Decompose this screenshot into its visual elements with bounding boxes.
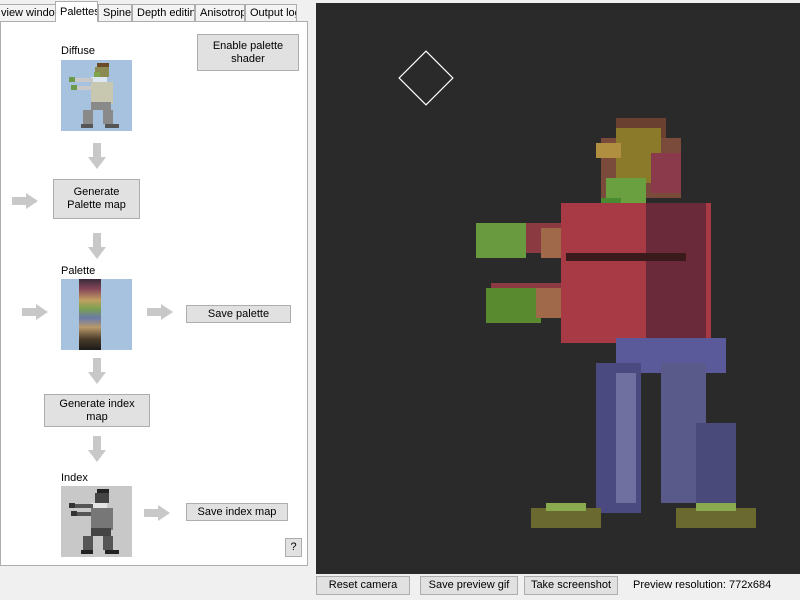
right-arrow-icon [12,193,38,209]
tab-spine[interactable]: Spine [98,4,132,21]
tab-anisotropy[interactable]: Anisotropy [195,4,245,21]
palette-thumbnail [61,279,132,350]
right-arrow-icon [144,505,170,521]
palette-label: Palette [61,265,96,277]
save-palette-button[interactable]: Save palette [186,305,291,323]
tab-output-log[interactable]: Output log [245,4,297,21]
right-arrow-icon [22,304,48,320]
index-label: Index [61,472,88,484]
diffuse-thumbnail [61,60,132,131]
tab-strip: view window Palettes Spine Depth editing… [0,0,312,22]
down-arrow-icon [88,233,106,259]
preview-viewport[interactable] [316,3,800,574]
palette-strip [79,279,101,350]
tab-depth-editing[interactable]: Depth editing [132,4,195,21]
palettes-panel: Diffuse Enable palette shader Generate P… [0,21,308,566]
down-arrow-icon [88,143,106,169]
tab-palettes[interactable]: Palettes [55,1,98,22]
reset-camera-button[interactable]: Reset camera [316,576,410,595]
save-preview-gif-button[interactable]: Save preview gif [420,576,518,595]
generate-index-map-button[interactable]: Generate index map [44,394,150,427]
down-arrow-icon [88,436,106,462]
index-thumbnail [61,486,132,557]
take-screenshot-button[interactable]: Take screenshot [524,576,618,595]
index-zombie-image [69,489,119,554]
help-button[interactable]: ? [285,538,302,557]
zombie-sprite-preview [398,50,756,528]
light-gizmo-icon[interactable] [398,50,454,106]
tab-preview-window[interactable]: view window [0,4,56,21]
save-index-map-button[interactable]: Save index map [186,503,288,521]
right-arrow-icon [147,304,173,320]
down-arrow-icon [88,358,106,384]
enable-palette-shader-button[interactable]: Enable palette shader [197,34,299,71]
diffuse-label: Diffuse [61,45,96,57]
diffuse-zombie-image [69,63,119,128]
preview-resolution-text: Preview resolution: 772x684 [633,579,772,591]
generate-palette-map-button[interactable]: Generate Palette map [53,179,140,219]
